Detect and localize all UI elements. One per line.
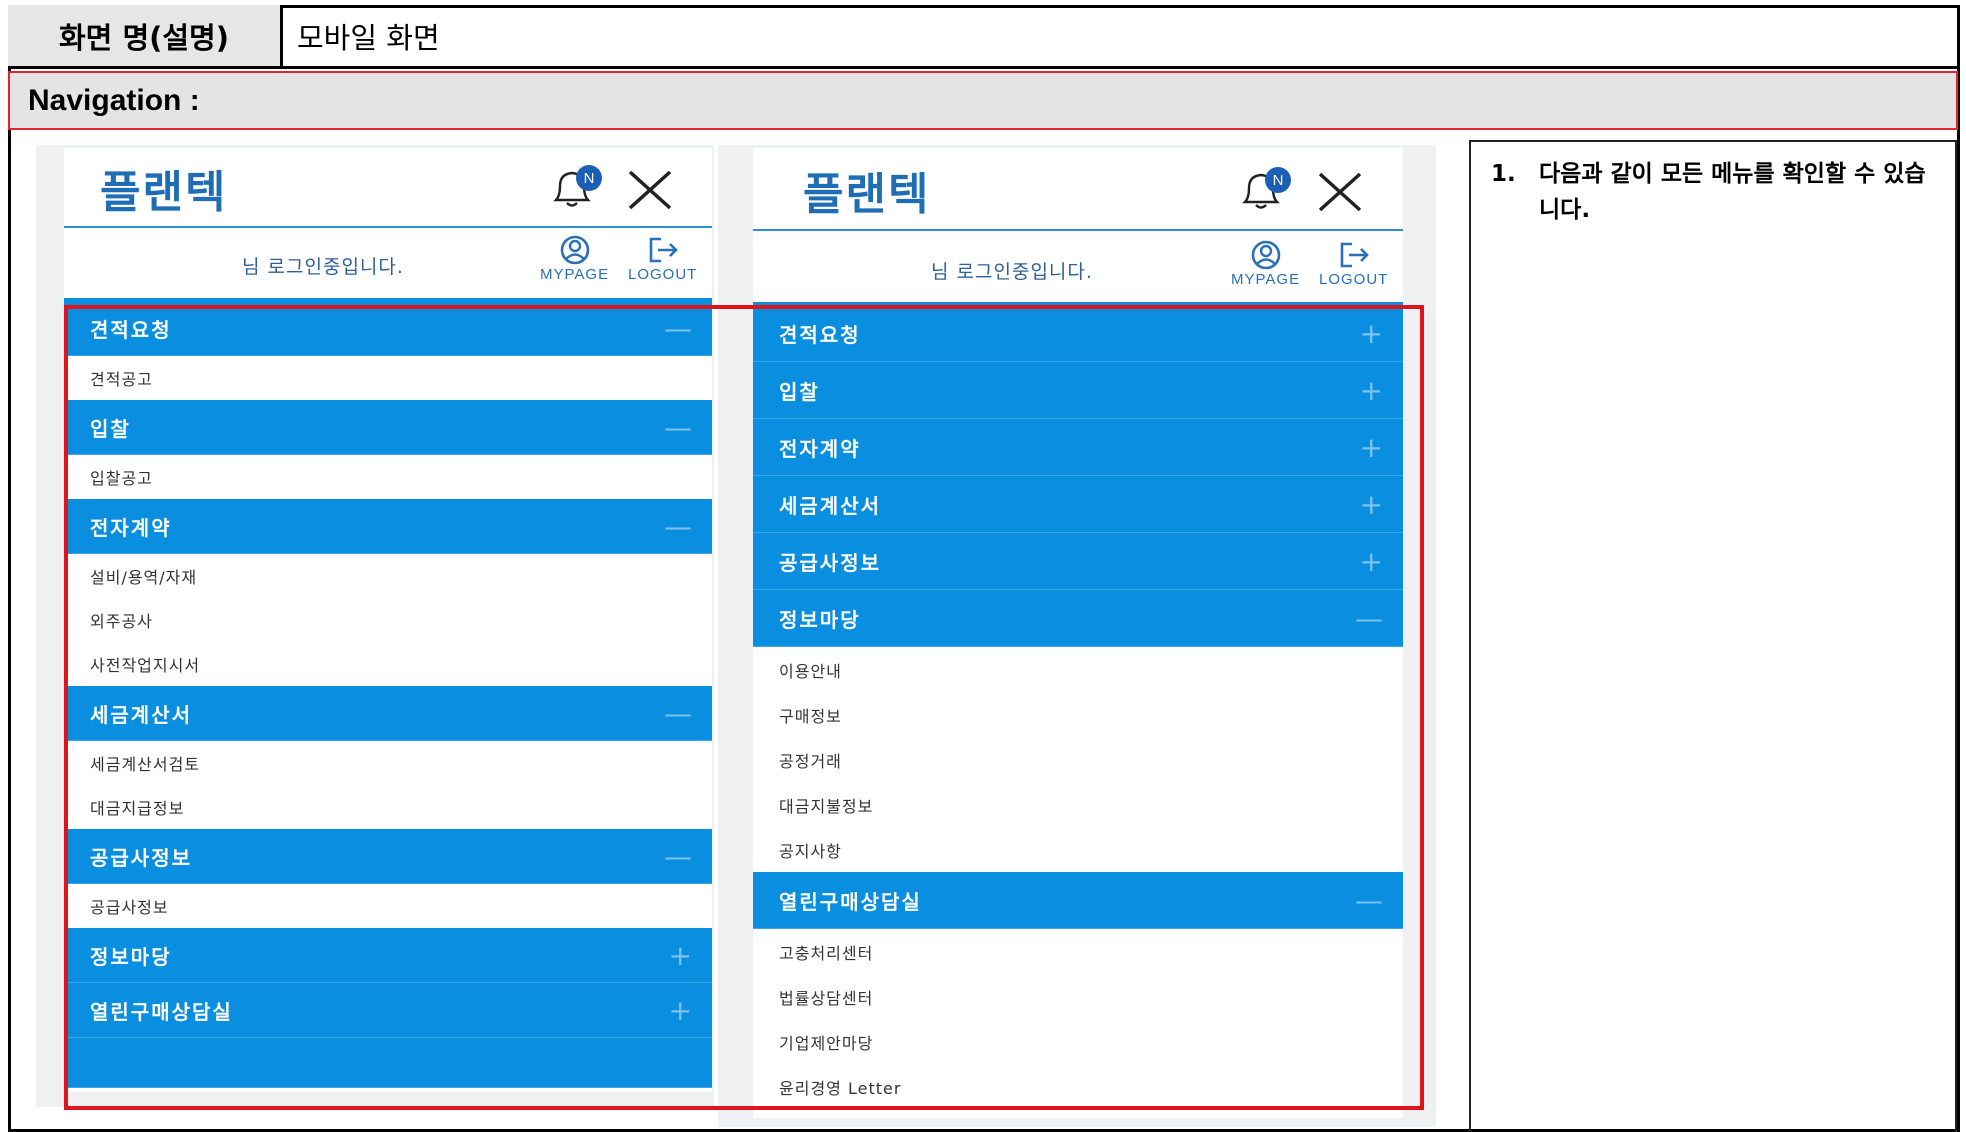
bell-icon[interactable]: N	[1237, 166, 1293, 216]
login-status-text: 님 로그인중입니다.	[242, 256, 404, 278]
description-item: 1. 다음과 같이 모든 메뉴를 확인할 수 있습니다.	[1487, 156, 1939, 228]
section-title: Navigation :	[28, 83, 200, 117]
highlight-frame	[64, 305, 1424, 1110]
screen-name-row: 화면 명(설명) 모바일 화면	[8, 5, 1960, 67]
left-top-bar: 플랜텍 N	[64, 148, 712, 228]
section-title-bar: Navigation :	[8, 71, 1958, 130]
right-logo: 플랜텍	[803, 169, 931, 220]
description-panel: 1. 다음과 같이 모든 메뉴를 확인할 수 있습니다.	[1469, 140, 1957, 1132]
logout-label: LOGOUT	[628, 266, 698, 283]
mypage-button[interactable]: MYPAGE	[540, 234, 609, 283]
right-user-bar: 님 로그인중입니다. MYPAGE LOGOUT	[753, 231, 1403, 305]
left-user-bar: 님 로그인중입니다. MYPAGE LOGOUT	[64, 228, 712, 301]
description-number: 1.	[1491, 161, 1516, 187]
logout-label: LOGOUT	[1319, 271, 1389, 288]
close-icon[interactable]	[1316, 170, 1364, 218]
logout-icon	[649, 237, 678, 263]
screen-name-label: 화면 명(설명)	[8, 5, 283, 67]
login-status-text: 님 로그인중입니다.	[931, 261, 1093, 283]
right-top-bar: 플랜텍 N	[753, 148, 1403, 231]
mypage-button[interactable]: MYPAGE	[1231, 239, 1300, 288]
mypage-label: MYPAGE	[540, 266, 610, 283]
logout-icon	[1340, 242, 1369, 268]
user-icon	[1251, 240, 1280, 270]
bell-icon[interactable]: N	[548, 164, 604, 214]
user-icon	[560, 235, 589, 265]
logout-button[interactable]: LOGOUT	[628, 234, 697, 283]
notification-badge: N	[1273, 172, 1284, 189]
mypage-label: MYPAGE	[1231, 271, 1301, 288]
header-divider	[8, 66, 1960, 69]
notification-badge: N	[584, 170, 595, 187]
left-logo: 플랜텍	[100, 167, 228, 218]
close-icon[interactable]	[626, 168, 674, 216]
logout-button[interactable]: LOGOUT	[1319, 239, 1388, 288]
description-text: 다음과 같이 모든 메뉴를 확인할 수 있습니다.	[1539, 161, 1926, 223]
screen-name-value: 모바일 화면	[297, 21, 440, 55]
